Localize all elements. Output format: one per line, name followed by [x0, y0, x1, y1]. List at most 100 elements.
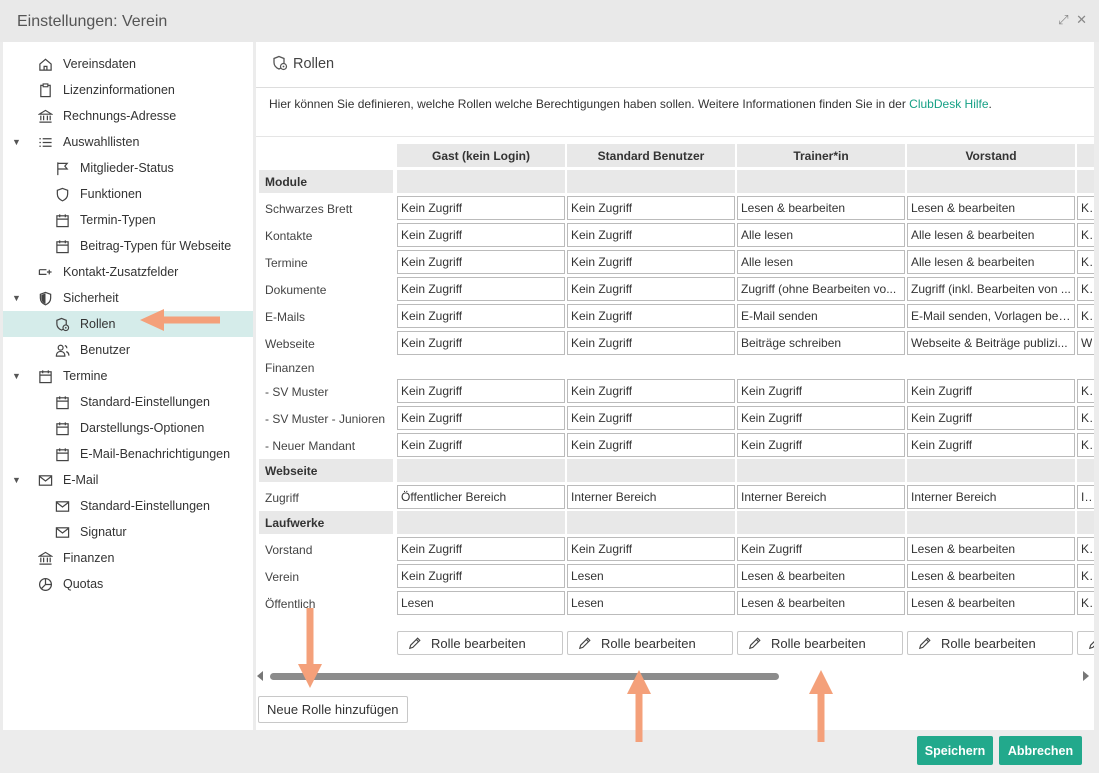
edit-role-button[interactable]: Rolle bearbeiten: [567, 631, 733, 655]
permission-select[interactable]: Lesen: [567, 564, 735, 588]
sidebar-item-kontakt-zusatzfelder[interactable]: Kontakt-Zusatzfelder: [3, 259, 253, 285]
sidebar-item-e-mail-benachrichtigungen[interactable]: E-Mail-Benachrichtigungen: [3, 441, 253, 467]
permission-select[interactable]: Alle lesen: [737, 223, 905, 247]
caret-down-icon[interactable]: ▼: [12, 475, 21, 485]
permission-select[interactable]: Beiträge schreiben: [737, 331, 905, 355]
permission-select[interactable]: Ke: [1077, 591, 1094, 615]
column-header[interactable]: Gast (kein Login): [397, 144, 565, 167]
permission-select[interactable]: Ke: [1077, 379, 1094, 403]
permission-select[interactable]: Alle lesen & bearbeiten: [907, 250, 1075, 274]
caret-down-icon[interactable]: ▼: [12, 293, 21, 303]
permission-select[interactable]: Kein Zugriff: [567, 537, 735, 561]
permission-select[interactable]: Lesen & bearbeiten: [907, 564, 1075, 588]
help-link[interactable]: ClubDesk Hilfe: [909, 97, 988, 111]
permission-select[interactable]: Kein Zugriff: [397, 250, 565, 274]
sidebar-item-signatur[interactable]: Signatur: [3, 519, 253, 545]
permission-select[interactable]: Kein Zugriff: [397, 379, 565, 403]
sidebar-item-lizenzinformationen[interactable]: Lizenzinformationen: [3, 77, 253, 103]
permission-select[interactable]: Kein Zugriff: [567, 406, 735, 430]
sidebar-item-quotas[interactable]: Quotas: [3, 571, 253, 597]
permission-select[interactable]: Kein Zugriff: [737, 406, 905, 430]
cancel-button[interactable]: Abbrechen: [999, 736, 1082, 765]
permission-select[interactable]: Alle lesen: [737, 250, 905, 274]
permission-select[interactable]: Kein Zugriff: [397, 537, 565, 561]
sidebar-item-sicherheit[interactable]: ▼ Sicherheit: [3, 285, 253, 311]
sidebar-item-mitglieder-status[interactable]: Mitglieder-Status: [3, 155, 253, 181]
permission-select[interactable]: Kein Zugriff: [907, 379, 1075, 403]
sidebar-item-auswahllisten[interactable]: ▼ Auswahllisten: [3, 129, 253, 155]
permission-select[interactable]: Lesen & bearbeiten: [907, 591, 1075, 615]
permission-select[interactable]: Kein Zugriff: [567, 196, 735, 220]
edit-role-button[interactable]: Rolle bearbeiten: [737, 631, 903, 655]
permission-select[interactable]: Lesen: [567, 591, 735, 615]
permission-select[interactable]: Kein Zugriff: [397, 564, 565, 588]
permission-select[interactable]: Kein Zugriff: [567, 304, 735, 328]
permission-select[interactable]: Kein Zugriff: [737, 379, 905, 403]
permission-select[interactable]: Ke: [1077, 196, 1094, 220]
column-header[interactable]: Trainer*in: [737, 144, 905, 167]
permission-select[interactable]: Kein Zugriff: [737, 537, 905, 561]
sidebar-item-vereinsdaten[interactable]: Vereinsdaten: [3, 51, 253, 77]
permission-select[interactable]: Kein Zugriff: [567, 379, 735, 403]
permission-select[interactable]: Lesen & bearbeiten: [737, 564, 905, 588]
permission-select[interactable]: Lesen & bearbeiten: [907, 537, 1075, 561]
permission-select[interactable]: Lesen & bearbeiten: [907, 196, 1075, 220]
permission-select[interactable]: Kein Zugriff: [567, 433, 735, 457]
permission-select[interactable]: Kein Zugriff: [567, 331, 735, 355]
permission-select[interactable]: E-Mail senden, Vorlagen bea...: [907, 304, 1075, 328]
column-header[interactable]: [1077, 144, 1094, 167]
permission-select[interactable]: Kein Zugriff: [397, 277, 565, 301]
sidebar-item-standard-einstellungen[interactable]: Standard-Einstellungen: [3, 493, 253, 519]
permission-select[interactable]: Webseite & Beiträge publizi...: [907, 331, 1075, 355]
permission-select[interactable]: Kein Zugriff: [397, 196, 565, 220]
sidebar-item-darstellungs-optionen[interactable]: Darstellungs-Optionen: [3, 415, 253, 441]
sidebar-item-standard-einstellungen[interactable]: Standard-Einstellungen: [3, 389, 253, 415]
permission-select[interactable]: Ke: [1077, 564, 1094, 588]
sidebar-item-rollen[interactable]: Rollen: [3, 311, 253, 337]
edit-role-button[interactable]: Rolle bearbeiten: [1077, 631, 1094, 655]
sidebar-item-termine[interactable]: ▼ Termine: [3, 363, 253, 389]
close-icon[interactable]: ✕: [1076, 12, 1087, 27]
caret-down-icon[interactable]: ▼: [12, 371, 21, 381]
permission-select[interactable]: Ke: [1077, 433, 1094, 457]
permission-select[interactable]: Ke: [1077, 223, 1094, 247]
permission-select[interactable]: We: [1077, 331, 1094, 355]
column-header[interactable]: Vorstand: [907, 144, 1075, 167]
sidebar-item-beitrag-typen-für-webseite[interactable]: Beitrag-Typen für Webseite: [3, 233, 253, 259]
permission-select[interactable]: Kein Zugriff: [567, 223, 735, 247]
permission-select[interactable]: Kein Zugriff: [737, 433, 905, 457]
save-button[interactable]: Speichern: [917, 736, 993, 765]
edit-role-button[interactable]: Rolle bearbeiten: [907, 631, 1073, 655]
permission-select[interactable]: Interner Bereich: [737, 485, 905, 509]
permission-select[interactable]: Kein Zugriff: [567, 250, 735, 274]
add-role-button[interactable]: Neue Rolle hinzufügen: [258, 696, 408, 723]
permission-select[interactable]: Ke: [1077, 250, 1094, 274]
column-header[interactable]: Standard Benutzer: [567, 144, 735, 167]
permission-select[interactable]: Kein Zugriff: [907, 406, 1075, 430]
permission-select[interactable]: Kein Zugriff: [397, 331, 565, 355]
scroll-left-arrow-icon[interactable]: [257, 671, 263, 681]
permission-select[interactable]: Kein Zugriff: [397, 304, 565, 328]
permission-select[interactable]: Kein Zugriff: [397, 406, 565, 430]
permission-select[interactable]: Interner Bereich: [907, 485, 1075, 509]
permission-select[interactable]: Zugriff (inkl. Bearbeiten von ...: [907, 277, 1075, 301]
permission-select[interactable]: E-Mail senden: [737, 304, 905, 328]
permission-select[interactable]: Ke: [1077, 277, 1094, 301]
permission-select[interactable]: Ke: [1077, 406, 1094, 430]
caret-down-icon[interactable]: ▼: [12, 137, 21, 147]
permission-select[interactable]: Kein Zugriff: [567, 277, 735, 301]
permission-select[interactable]: Kein Zugriff: [397, 223, 565, 247]
permission-select[interactable]: Ke: [1077, 537, 1094, 561]
permission-select[interactable]: Kein Zugriff: [907, 433, 1075, 457]
sidebar-item-funktionen[interactable]: Funktionen: [3, 181, 253, 207]
permission-select[interactable]: Interner Bereich: [567, 485, 735, 509]
expand-icon[interactable]: ⤢: [1058, 12, 1068, 27]
permission-select[interactable]: Zugriff (ohne Bearbeiten vo...: [737, 277, 905, 301]
permission-select[interactable]: Ke: [1077, 304, 1094, 328]
permission-select[interactable]: Int: [1077, 485, 1094, 509]
permission-select[interactable]: Lesen & bearbeiten: [737, 196, 905, 220]
permission-select[interactable]: Öffentlicher Bereich: [397, 485, 565, 509]
scroll-right-arrow-icon[interactable]: [1083, 671, 1089, 681]
permission-select[interactable]: Kein Zugriff: [397, 433, 565, 457]
horizontal-scrollbar-thumb[interactable]: [270, 673, 779, 680]
